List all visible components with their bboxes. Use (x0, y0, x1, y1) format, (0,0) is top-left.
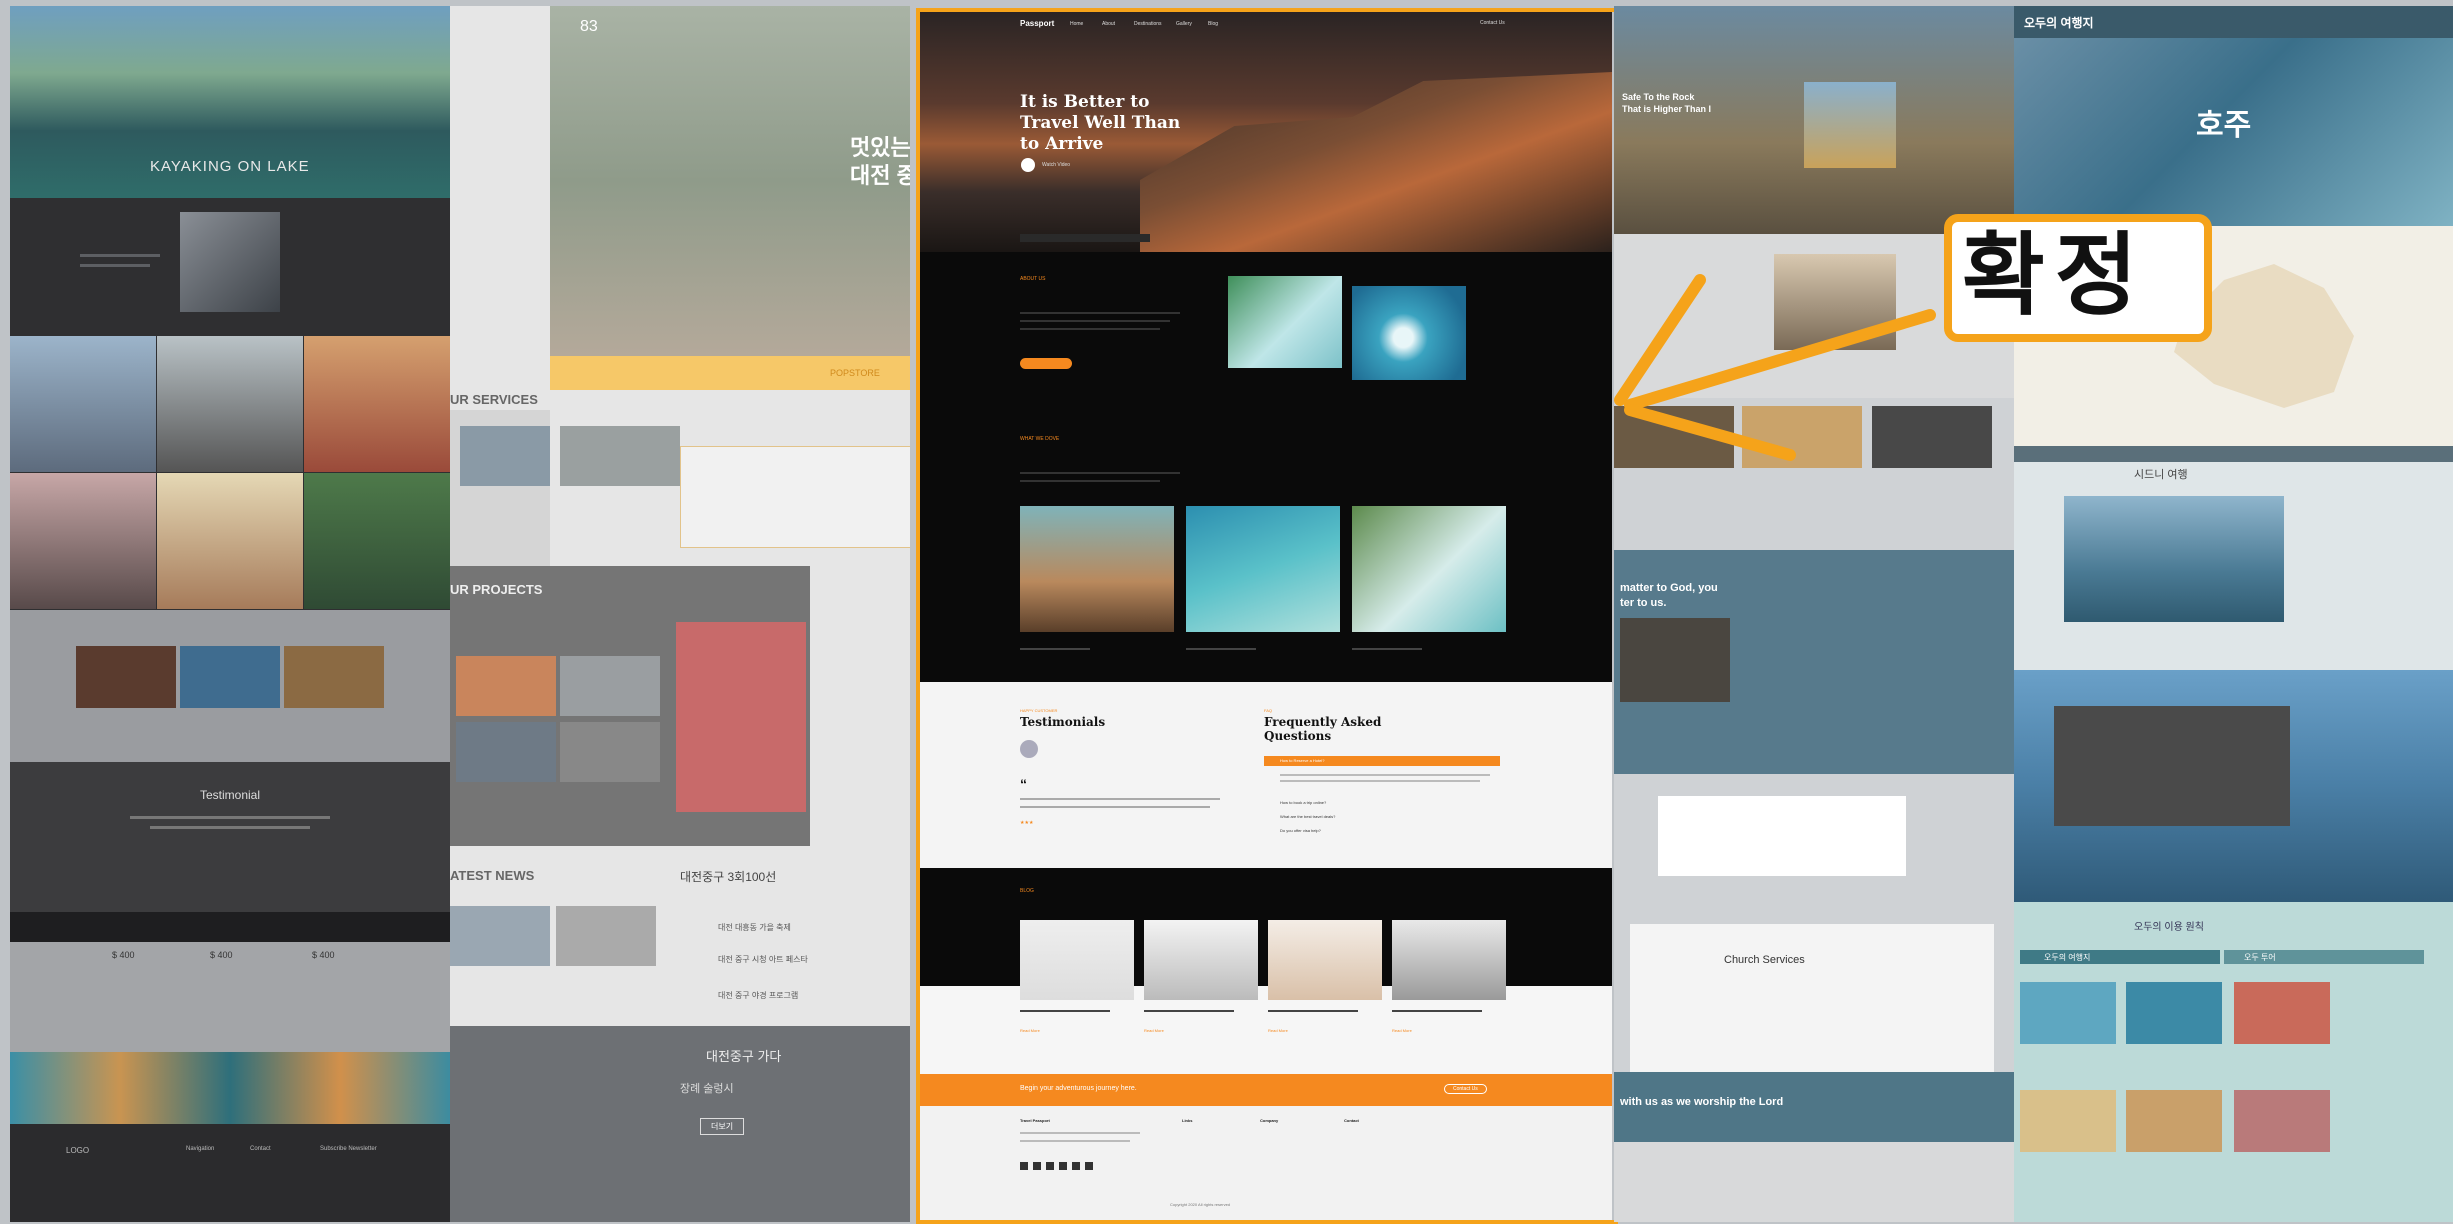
news-item[interactable]: 대전 대흥동 가을 축제 (718, 922, 791, 933)
grid-photo (157, 473, 303, 609)
template-panel-4[interactable]: Safe To the Rock That is Higher Than I m… (1614, 6, 2014, 1222)
grid-photo (304, 473, 450, 609)
bottom-section (450, 1026, 910, 1222)
guide-title: 오두의 이용 원칙 (2134, 922, 2204, 933)
testimonial-section (10, 762, 450, 912)
project-feature (676, 622, 806, 812)
photo-strip (10, 1052, 450, 1124)
hero-caption: KAYAKING ON LAKE (150, 158, 310, 175)
services-title: Church Services (1724, 954, 1805, 966)
hero-line: Safe To the Rock (1622, 92, 1695, 102)
news-item[interactable]: 대전 중구 야경 프로그램 (718, 990, 798, 1001)
grid-photo (10, 473, 156, 609)
price-card: $ 400 (210, 950, 233, 960)
news-item[interactable]: 대전 중구 시청 아트 페스타 (718, 954, 808, 965)
project-photo (560, 722, 660, 782)
service-card (680, 446, 910, 548)
highlight-frame (916, 8, 1618, 1224)
hero-line: That is Higher Than I (1622, 104, 1712, 114)
service-photo (560, 426, 680, 486)
footer-logo: LOGO (66, 1146, 90, 1155)
footer (10, 1124, 450, 1222)
price-card: $ 400 (112, 950, 135, 960)
praying-photo (1620, 618, 1730, 702)
news-side-title: 대전중구 3회100선 (680, 870, 777, 884)
grid-photo (157, 336, 303, 472)
news-photo (556, 906, 656, 966)
pastor-photo (1804, 82, 1896, 168)
footer-heading: Navigation (186, 1146, 215, 1152)
bottom-title: 대전중구 가다 (706, 1049, 782, 1064)
hero-line: 대전 중 (850, 163, 910, 188)
sydney-photo (2064, 496, 2284, 622)
testimonial-heading: Testimonial (200, 788, 261, 802)
project-photo (560, 656, 660, 716)
video-box[interactable] (2054, 706, 2290, 826)
tab-bar[interactable] (2014, 446, 2453, 462)
template-panel-2[interactable]: 83 멋있는 대전 중 POPSTORE UR SERVICES UR PROJ… (450, 6, 910, 1222)
services-box (1630, 924, 1994, 1072)
card-photo (76, 646, 176, 708)
guide-photo (2126, 982, 2222, 1044)
section-services: UR SERVICES (450, 392, 538, 407)
mission-line: ter to us. (1620, 597, 1667, 609)
footer (1614, 1142, 2014, 1222)
template-panel-1[interactable]: KAYAKING ON LAKE Testimonial $ 400 $ 400… (10, 6, 450, 1222)
guide-photo (2020, 982, 2116, 1044)
tab-item-label[interactable]: 오두의 여행지 (2044, 952, 2090, 963)
grid-photo (304, 336, 450, 472)
grid-photo (10, 336, 156, 472)
card-photo (284, 646, 384, 708)
mission-line: matter to God, you (1620, 582, 1718, 594)
intro-text (80, 254, 160, 257)
project-photo (456, 656, 556, 716)
project-photo (456, 722, 556, 782)
guide-photo (2234, 1090, 2330, 1152)
testimonial-box (1658, 796, 1906, 876)
bottom-button[interactable]: 더보기 (700, 1118, 745, 1135)
site-logo: 83 (580, 18, 598, 35)
popstore-badge[interactable]: POPSTORE (830, 368, 880, 378)
annotation-arrow (1614, 274, 1936, 461)
guide-photo (2234, 982, 2330, 1044)
service-photo (460, 426, 550, 486)
hero-big: 호주 (2196, 109, 2252, 142)
profile-photo (180, 212, 280, 312)
card-photo (180, 646, 280, 708)
worship-line: with us as we worship the Lord (1620, 1096, 1784, 1108)
footer-strip (10, 912, 450, 942)
section-news: ATEST NEWS (450, 868, 535, 883)
footer-heading: Contact (250, 1146, 271, 1152)
section-projects: UR PROJECTS (450, 582, 543, 597)
top-title: 오두의 여행지 (2024, 16, 2094, 30)
guide-photo (2020, 1090, 2116, 1152)
tab-item-label[interactable]: 오두 투어 (2244, 952, 2276, 963)
sydney-title: 시드니 여행 (2134, 469, 2188, 481)
template-panel-5[interactable]: 오두의 여행지 호주 시드니 여행 오두의 이용 원칙 오두의 여행지 오두 투… (2014, 6, 2453, 1222)
guide-photo (2126, 1090, 2222, 1152)
bottom-sub: 장례 술렁시 (680, 1083, 734, 1095)
confirm-stamp-text: 확정 (1962, 226, 2148, 326)
footer-heading: Subscribe Newsletter (320, 1146, 377, 1152)
price-card: $ 400 (312, 950, 335, 960)
news-photo (450, 906, 550, 966)
